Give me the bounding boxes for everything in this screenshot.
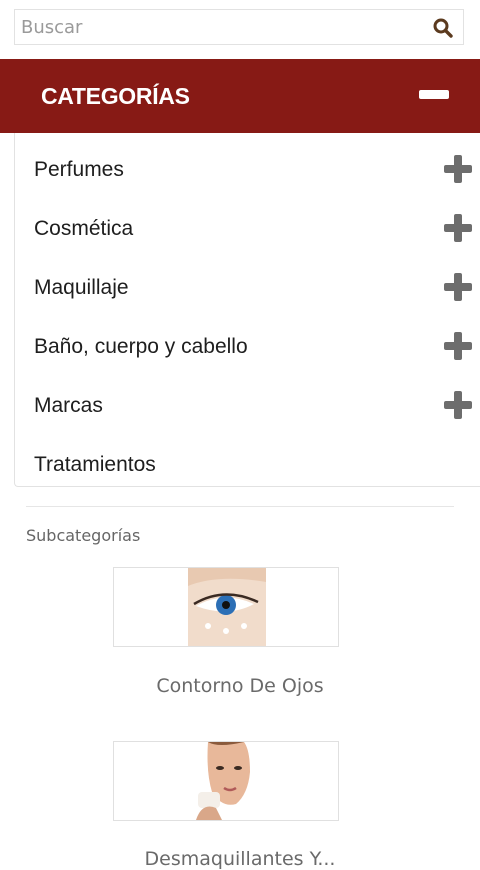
category-label: Perfumes [34, 158, 124, 181]
search-input[interactable]: Buscar [21, 17, 82, 38]
face-cleanser-image [188, 742, 266, 820]
subcategory-thumbnail[interactable] [113, 741, 339, 821]
category-item-marcas[interactable]: Marcas [15, 373, 480, 432]
eye-contour-image [188, 568, 266, 646]
category-label: Cosmética [34, 217, 134, 240]
category-label: Maquillaje [34, 276, 129, 299]
category-item-perfumes[interactable]: Perfumes [15, 137, 480, 196]
category-item-cosmetica[interactable]: Cosmética [15, 196, 480, 255]
search-bar[interactable]: Buscar [14, 9, 464, 45]
subcategories-title: Subcategorías [26, 526, 141, 545]
subcategory-thumbnail[interactable] [113, 567, 339, 647]
subcategory-label[interactable]: Contorno De Ojos [0, 675, 480, 697]
category-item-maquillaje[interactable]: Maquillaje [15, 255, 480, 314]
plus-icon[interactable] [444, 214, 472, 242]
plus-icon[interactable] [444, 391, 472, 419]
section-divider [26, 506, 454, 507]
category-item-bano[interactable]: Baño, cuerpo y cabello [15, 314, 480, 373]
minus-icon[interactable] [419, 90, 449, 99]
categories-header[interactable]: CATEGORÍAS [0, 59, 480, 133]
categories-title: CATEGORÍAS [41, 83, 190, 109]
subcategory-label[interactable]: Desmaquillantes Y... [0, 848, 480, 870]
plus-icon[interactable] [444, 332, 472, 360]
plus-icon[interactable] [444, 273, 472, 301]
search-icon[interactable] [433, 18, 453, 38]
category-label: Tratamientos [34, 453, 156, 476]
plus-icon[interactable] [444, 155, 472, 183]
category-label: Marcas [34, 394, 103, 417]
category-item-tratamientos[interactable]: Tratamientos [15, 432, 480, 491]
category-label: Baño, cuerpo y cabello [34, 335, 248, 358]
category-list: Perfumes Cosmética Maquillaje Baño, cuer… [14, 133, 480, 487]
